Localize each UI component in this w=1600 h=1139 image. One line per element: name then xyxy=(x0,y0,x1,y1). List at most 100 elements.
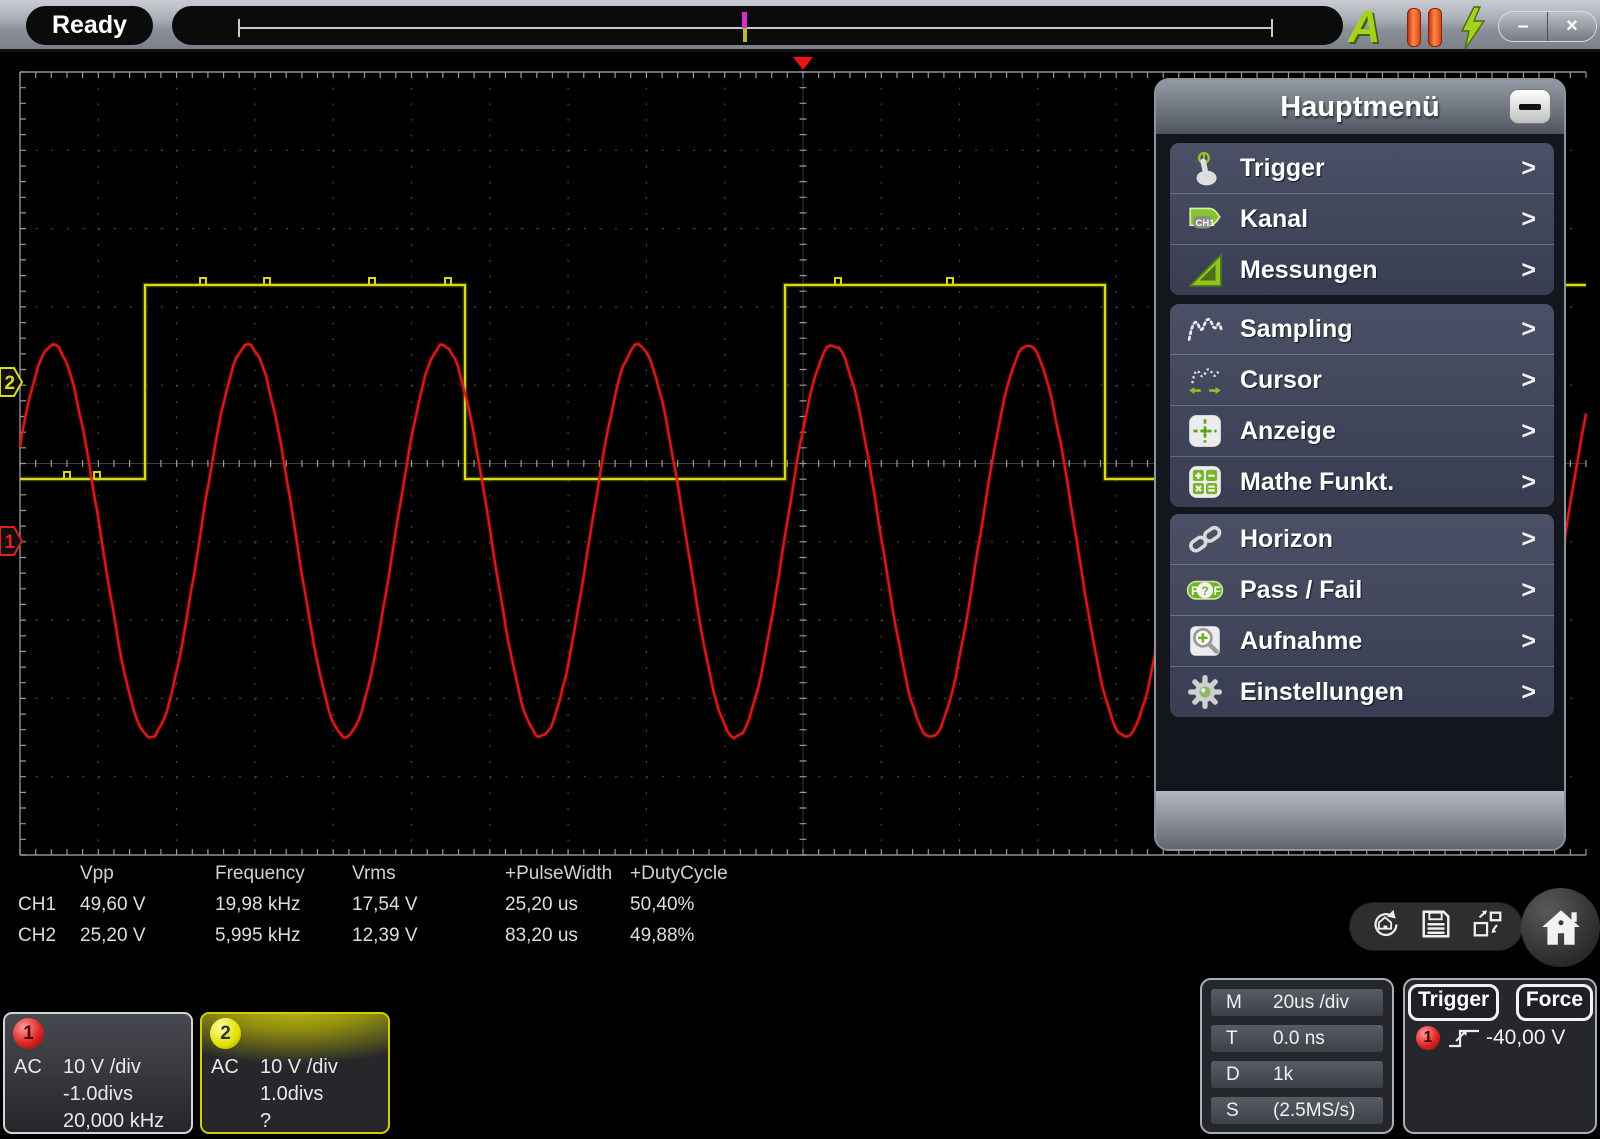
trigger-level-value: -40,00 V xyxy=(1486,1026,1566,1049)
measurement-value: 50,40% xyxy=(630,894,695,915)
menu-item-anzeige[interactable]: Anzeige > xyxy=(1170,405,1554,456)
sampling-wave-icon xyxy=(1186,310,1224,348)
menu-item-label: Mathe Funkt. xyxy=(1240,467,1395,496)
chevron-right-icon: > xyxy=(1521,524,1536,553)
settings-gear-icon xyxy=(1186,673,1224,711)
slider-track xyxy=(240,27,1273,29)
menu-group-3: Horizon > P? F Pass / Fail > Aufnahme > Einstell… xyxy=(1170,514,1554,717)
menu-item-pass-fail[interactable]: P? F Pass / Fail > xyxy=(1170,564,1554,615)
channel-2-zero-marker: 2 xyxy=(0,367,24,397)
trigger-position-handle-tick xyxy=(743,28,747,42)
timebase-row-S: S (2.5MS/s) xyxy=(1211,1097,1383,1124)
cursor-wave-icon xyxy=(1186,361,1224,399)
reset-home-icon xyxy=(1373,909,1397,937)
channel-2-box[interactable]: 2 AC 10 V /div 1.0divs ? xyxy=(200,1012,390,1134)
menu-item-sampling[interactable]: Sampling > xyxy=(1170,304,1554,354)
measurement-table: Vpp Frequency Vrms +PulseWidth +DutyCycle CH1… xyxy=(18,858,750,951)
menu-group-2: Sampling > Cursor > Anzeige > Mathe Funkt. > xyxy=(1170,304,1554,507)
trigger-level-readout: 1 -40,00 V xyxy=(1416,1026,1565,1050)
menu-item-label: Sampling xyxy=(1240,314,1353,343)
channel-2-info: AC 10 V /div 1.0divs ? xyxy=(202,1054,380,1135)
minimize-button[interactable]: – xyxy=(1499,12,1547,41)
menu-item-mathe-funkt[interactable]: Mathe Funkt. > xyxy=(1170,456,1554,507)
menu-item-horizon[interactable]: Horizon > xyxy=(1170,514,1554,564)
chevron-right-icon: > xyxy=(1521,204,1536,233)
timebase-label: D xyxy=(1226,1064,1240,1085)
close-button[interactable]: × xyxy=(1548,12,1596,41)
measurement-value: 25,20 V xyxy=(80,925,146,946)
measurement-corner xyxy=(18,858,80,889)
menu-item-messungen[interactable]: Messungen > xyxy=(1170,244,1554,295)
menu-item-einstellungen[interactable]: Einstellungen > xyxy=(1170,666,1554,717)
horizontal-position-slider[interactable] xyxy=(172,6,1343,45)
link-icon xyxy=(1186,520,1224,558)
measurement-value: 49,88% xyxy=(630,925,695,946)
chevron-right-icon: > xyxy=(1521,153,1536,182)
single-trigger-button[interactable] xyxy=(1456,6,1490,50)
channel-1-scale: 10 V /div xyxy=(63,1056,141,1078)
chevron-right-icon: > xyxy=(1521,467,1536,496)
timebase-label: M xyxy=(1226,992,1242,1013)
trigger-position-marker xyxy=(793,57,813,70)
menu-group-1: Trigger > CH1 Kanal > Messungen > xyxy=(1170,143,1554,295)
trigger-menu-button[interactable]: Trigger xyxy=(1408,984,1500,1021)
run-stop-button[interactable] xyxy=(1407,8,1445,47)
svg-text:?: ? xyxy=(1201,584,1208,598)
channel-2-badge: 2 xyxy=(210,1018,241,1049)
save-button[interactable] xyxy=(1419,907,1453,946)
menu-collapse-button[interactable] xyxy=(1509,89,1551,124)
slider-right-tick xyxy=(1271,19,1273,37)
slider-left-tick xyxy=(238,19,240,37)
menu-item-aufnahme[interactable]: Aufnahme > xyxy=(1170,615,1554,666)
autoset-button[interactable]: A xyxy=(1348,1,1381,53)
measurement-header: Vpp xyxy=(80,863,114,884)
svg-text:2: 2 xyxy=(5,373,16,394)
channel-2-offset: 1.0divs xyxy=(260,1083,324,1105)
oscilloscope-app: Ready A – × 21 Hauptmenü Trigger > CH1 K… xyxy=(0,0,1600,1139)
force-trigger-button[interactable]: Force xyxy=(1515,984,1593,1021)
menu-item-label: Messungen xyxy=(1240,255,1378,284)
channel-1-frequency: 20,000 kHz xyxy=(63,1110,165,1132)
lightning-icon xyxy=(1460,6,1486,50)
export-button[interactable] xyxy=(1471,907,1505,946)
home-icon xyxy=(1541,909,1580,945)
svg-text:F: F xyxy=(1214,585,1221,598)
channel-2-scale: 10 V /div xyxy=(260,1056,338,1078)
menu-item-label: Horizon xyxy=(1240,524,1334,553)
channel-1-offset: -1.0divs xyxy=(63,1083,134,1105)
measurement-value: 5,995 kHz xyxy=(215,925,301,946)
channel-1-box[interactable]: 1 AC 10 V /div -1.0divs 20,000 kHz xyxy=(3,1012,193,1134)
menu-item-label: Anzeige xyxy=(1240,416,1336,445)
timebase-value: 1k xyxy=(1273,1064,1294,1085)
menu-item-label: Einstellungen xyxy=(1240,677,1404,706)
menu-item-cursor[interactable]: Cursor > xyxy=(1170,354,1554,405)
timebase-label: S xyxy=(1226,1100,1239,1121)
menu-item-trigger[interactable]: Trigger > xyxy=(1170,143,1554,193)
channel-2-frequency: ? xyxy=(260,1110,272,1132)
chevron-right-icon: > xyxy=(1521,365,1536,394)
timebase-row-M: M 20us /div xyxy=(1211,989,1383,1016)
measurement-value: 49,60 V xyxy=(80,894,146,915)
measurement-value: 12,39 V xyxy=(352,925,418,946)
menu-item-kanal[interactable]: CH1 Kanal > xyxy=(1170,193,1554,244)
menu-item-label: Cursor xyxy=(1240,365,1322,394)
channel-2-coupling: AC xyxy=(211,1056,239,1078)
timebase-panel: M 20us /div T 0.0 ns D 1k S (2.5MS/s) xyxy=(1200,978,1394,1134)
trigger-panel: Trigger Force 1 -40,00 V xyxy=(1403,978,1597,1134)
timebase-row-T: T 0.0 ns xyxy=(1211,1025,1383,1052)
menu-title: Hauptmenü xyxy=(1280,91,1440,123)
title-bar: Ready A – × xyxy=(0,0,1600,52)
factory-reset-button[interactable] xyxy=(1368,907,1402,946)
pause-icon xyxy=(1428,8,1442,47)
menu-item-label: Pass / Fail xyxy=(1240,575,1363,604)
trigger-position-handle[interactable] xyxy=(742,12,747,28)
home-button[interactable] xyxy=(1521,888,1600,967)
window-controls: – × xyxy=(1498,11,1597,42)
measurement-header: +DutyCycle xyxy=(630,863,728,884)
channel-tag-icon: CH1 xyxy=(1186,200,1224,238)
passfail-icon: P? F xyxy=(1186,571,1224,609)
math-icon xyxy=(1186,463,1224,501)
chevron-right-icon: > xyxy=(1521,314,1536,343)
chevron-right-icon: > xyxy=(1521,255,1536,284)
timebase-label: T xyxy=(1226,1028,1238,1049)
